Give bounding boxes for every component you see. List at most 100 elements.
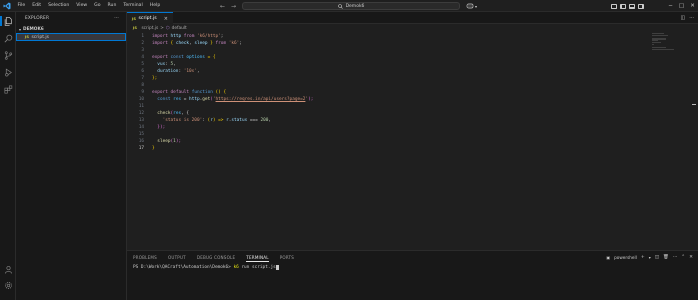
file-item-script-js[interactable]: JS script.js bbox=[16, 33, 126, 41]
command-center-label: Demok6 bbox=[345, 3, 365, 9]
menu-edit[interactable]: Edit bbox=[29, 0, 45, 12]
code-line: 15 bbox=[127, 131, 698, 138]
toggle-sidebar-icon[interactable] bbox=[620, 3, 626, 9]
code-token: http bbox=[189, 97, 200, 102]
breadcrumb: JS script.js > ⬡ default bbox=[127, 24, 698, 32]
line-number: 8 bbox=[141, 83, 144, 88]
explorer-sidebar: EXPLORER ··· ▾ DEMOK6 JS script.js bbox=[16, 12, 127, 300]
more-actions-icon[interactable]: ··· bbox=[689, 15, 694, 21]
explorer-icon[interactable] bbox=[3, 16, 13, 26]
run-debug-icon[interactable] bbox=[3, 67, 13, 77]
code-token: export bbox=[152, 90, 168, 95]
code-line: 10 const res = http.get('https://reqres.… bbox=[127, 96, 698, 103]
window-controls: ─ □ ✕ bbox=[665, 0, 698, 12]
menu-help[interactable]: Help bbox=[146, 0, 163, 12]
forward-arrow-icon[interactable]: → bbox=[231, 3, 236, 10]
code-token: { bbox=[220, 90, 227, 95]
code-token: , bbox=[196, 69, 200, 74]
tab-terminal[interactable]: TERMINAL bbox=[246, 251, 270, 264]
terminal-icon: ▣ bbox=[606, 255, 611, 260]
terminal-command-word: run bbox=[238, 265, 250, 270]
code-line: 9 export default function () { bbox=[127, 89, 698, 96]
code-line: 4 export const options = { bbox=[127, 54, 698, 61]
line-number: 10 bbox=[138, 97, 144, 102]
settings-gear-icon[interactable] bbox=[3, 280, 13, 290]
split-terminal-icon[interactable]: ◫ bbox=[655, 255, 659, 260]
minimap-line bbox=[652, 49, 674, 51]
menu-view[interactable]: View bbox=[73, 0, 91, 12]
source-control-icon[interactable] bbox=[3, 50, 13, 60]
menu-go[interactable]: Go bbox=[91, 0, 104, 12]
menu-run[interactable]: Run bbox=[104, 0, 120, 12]
code-line: 6 duration: '10s', bbox=[127, 68, 698, 75]
terminal-cursor bbox=[276, 265, 279, 270]
split-editor-icon[interactable]: ◫ bbox=[680, 15, 685, 21]
panel-actions: ▣ powershell + ▾ ◫ 🗑 ··· ⌃ ✕ bbox=[606, 251, 693, 264]
chevron-down-icon: ▾ bbox=[19, 26, 22, 32]
tab-script-js[interactable]: JS script.js × bbox=[127, 12, 173, 24]
toggle-secondary-sidebar-icon[interactable] bbox=[638, 3, 644, 9]
breadcrumb-file[interactable]: script.js bbox=[141, 26, 158, 31]
code-token: } bbox=[207, 41, 213, 46]
toggle-panel-icon[interactable] bbox=[629, 3, 635, 9]
code-line: 13 'status is 200': (r) => r.status === … bbox=[127, 117, 698, 124]
code-url-link[interactable]: https://reqres.in/api/users?page=2 bbox=[216, 97, 306, 102]
customize-layout-icon[interactable] bbox=[611, 3, 617, 9]
close-panel-icon[interactable]: ✕ bbox=[689, 255, 693, 260]
menu-file[interactable]: File bbox=[14, 0, 29, 12]
line-number: 6 bbox=[141, 69, 144, 74]
minimize-icon[interactable]: ─ bbox=[665, 3, 676, 9]
explorer-header: EXPLORER ··· bbox=[16, 12, 126, 25]
code-token: options bbox=[186, 55, 205, 60]
back-arrow-icon[interactable]: ← bbox=[220, 3, 225, 10]
terminal-shell-name[interactable]: powershell bbox=[614, 255, 637, 260]
new-terminal-icon[interactable]: + bbox=[641, 255, 645, 260]
maximize-icon[interactable]: □ bbox=[676, 3, 687, 9]
line-number: 9 bbox=[141, 90, 144, 95]
breadcrumb-symbol[interactable]: default bbox=[172, 26, 187, 31]
close-tab-icon[interactable]: × bbox=[164, 16, 168, 22]
trash-icon[interactable]: 🗑 bbox=[663, 255, 669, 260]
code-line: 8 bbox=[127, 82, 698, 89]
line-number: 11 bbox=[138, 104, 144, 109]
tab-ports[interactable]: PORTS bbox=[280, 251, 294, 264]
account-icon[interactable] bbox=[3, 264, 13, 274]
line-number: 12 bbox=[138, 111, 144, 116]
code-token: = bbox=[181, 97, 190, 102]
minimap[interactable] bbox=[652, 33, 676, 53]
code-token: }; bbox=[152, 76, 158, 81]
terminal-command-word: script.js bbox=[249, 265, 276, 270]
line-number: 7 bbox=[141, 76, 144, 81]
search-icon[interactable] bbox=[3, 33, 13, 43]
extensions-icon[interactable] bbox=[3, 84, 13, 94]
code-editor[interactable]: 1 import http from 'k6/http'; 2 import { c… bbox=[127, 33, 698, 152]
code-token: , bbox=[173, 62, 176, 67]
tab-output[interactable]: OUTPUT bbox=[168, 251, 186, 264]
code-token: ; bbox=[220, 34, 224, 39]
minimap-line bbox=[652, 34, 668, 36]
more-actions-icon[interactable]: ··· bbox=[673, 255, 677, 260]
code-token: sleep bbox=[194, 41, 208, 46]
code-token: from bbox=[183, 34, 195, 39]
tab-problems[interactable]: PROBLEMS bbox=[133, 251, 157, 264]
chevron-down-icon[interactable]: ▾ bbox=[649, 255, 651, 260]
code-line: 5 vus: 5, bbox=[127, 61, 698, 68]
maximize-panel-icon[interactable]: ⌃ bbox=[681, 255, 685, 260]
chevron-down-icon[interactable]: ▾ bbox=[475, 4, 477, 9]
terminal-prompt-line[interactable]: PS D:\Work\QACraft\Automation\Demok6> k6… bbox=[133, 265, 279, 270]
close-window-icon[interactable]: ✕ bbox=[687, 3, 698, 9]
folder-section-demok6[interactable]: ▾ DEMOK6 bbox=[16, 25, 126, 33]
code-token: === bbox=[247, 118, 261, 123]
more-actions-icon[interactable]: ··· bbox=[114, 16, 119, 21]
code-line: 1 import http from 'k6/http'; bbox=[127, 33, 698, 40]
search-icon bbox=[337, 3, 343, 9]
copilot-icon[interactable]: ▾ bbox=[466, 2, 477, 10]
tab-debug-console[interactable]: DEBUG CONSOLE bbox=[197, 251, 235, 264]
menu-terminal[interactable]: Terminal bbox=[120, 0, 146, 12]
code-token: http bbox=[170, 34, 182, 39]
code-token: sleep bbox=[157, 139, 171, 144]
command-center-search[interactable]: Demok6 bbox=[242, 2, 460, 10]
menu-selection[interactable]: Selection bbox=[45, 0, 73, 12]
symbol-method-icon: ⬡ bbox=[165, 25, 170, 31]
line-number: 14 bbox=[138, 125, 144, 130]
